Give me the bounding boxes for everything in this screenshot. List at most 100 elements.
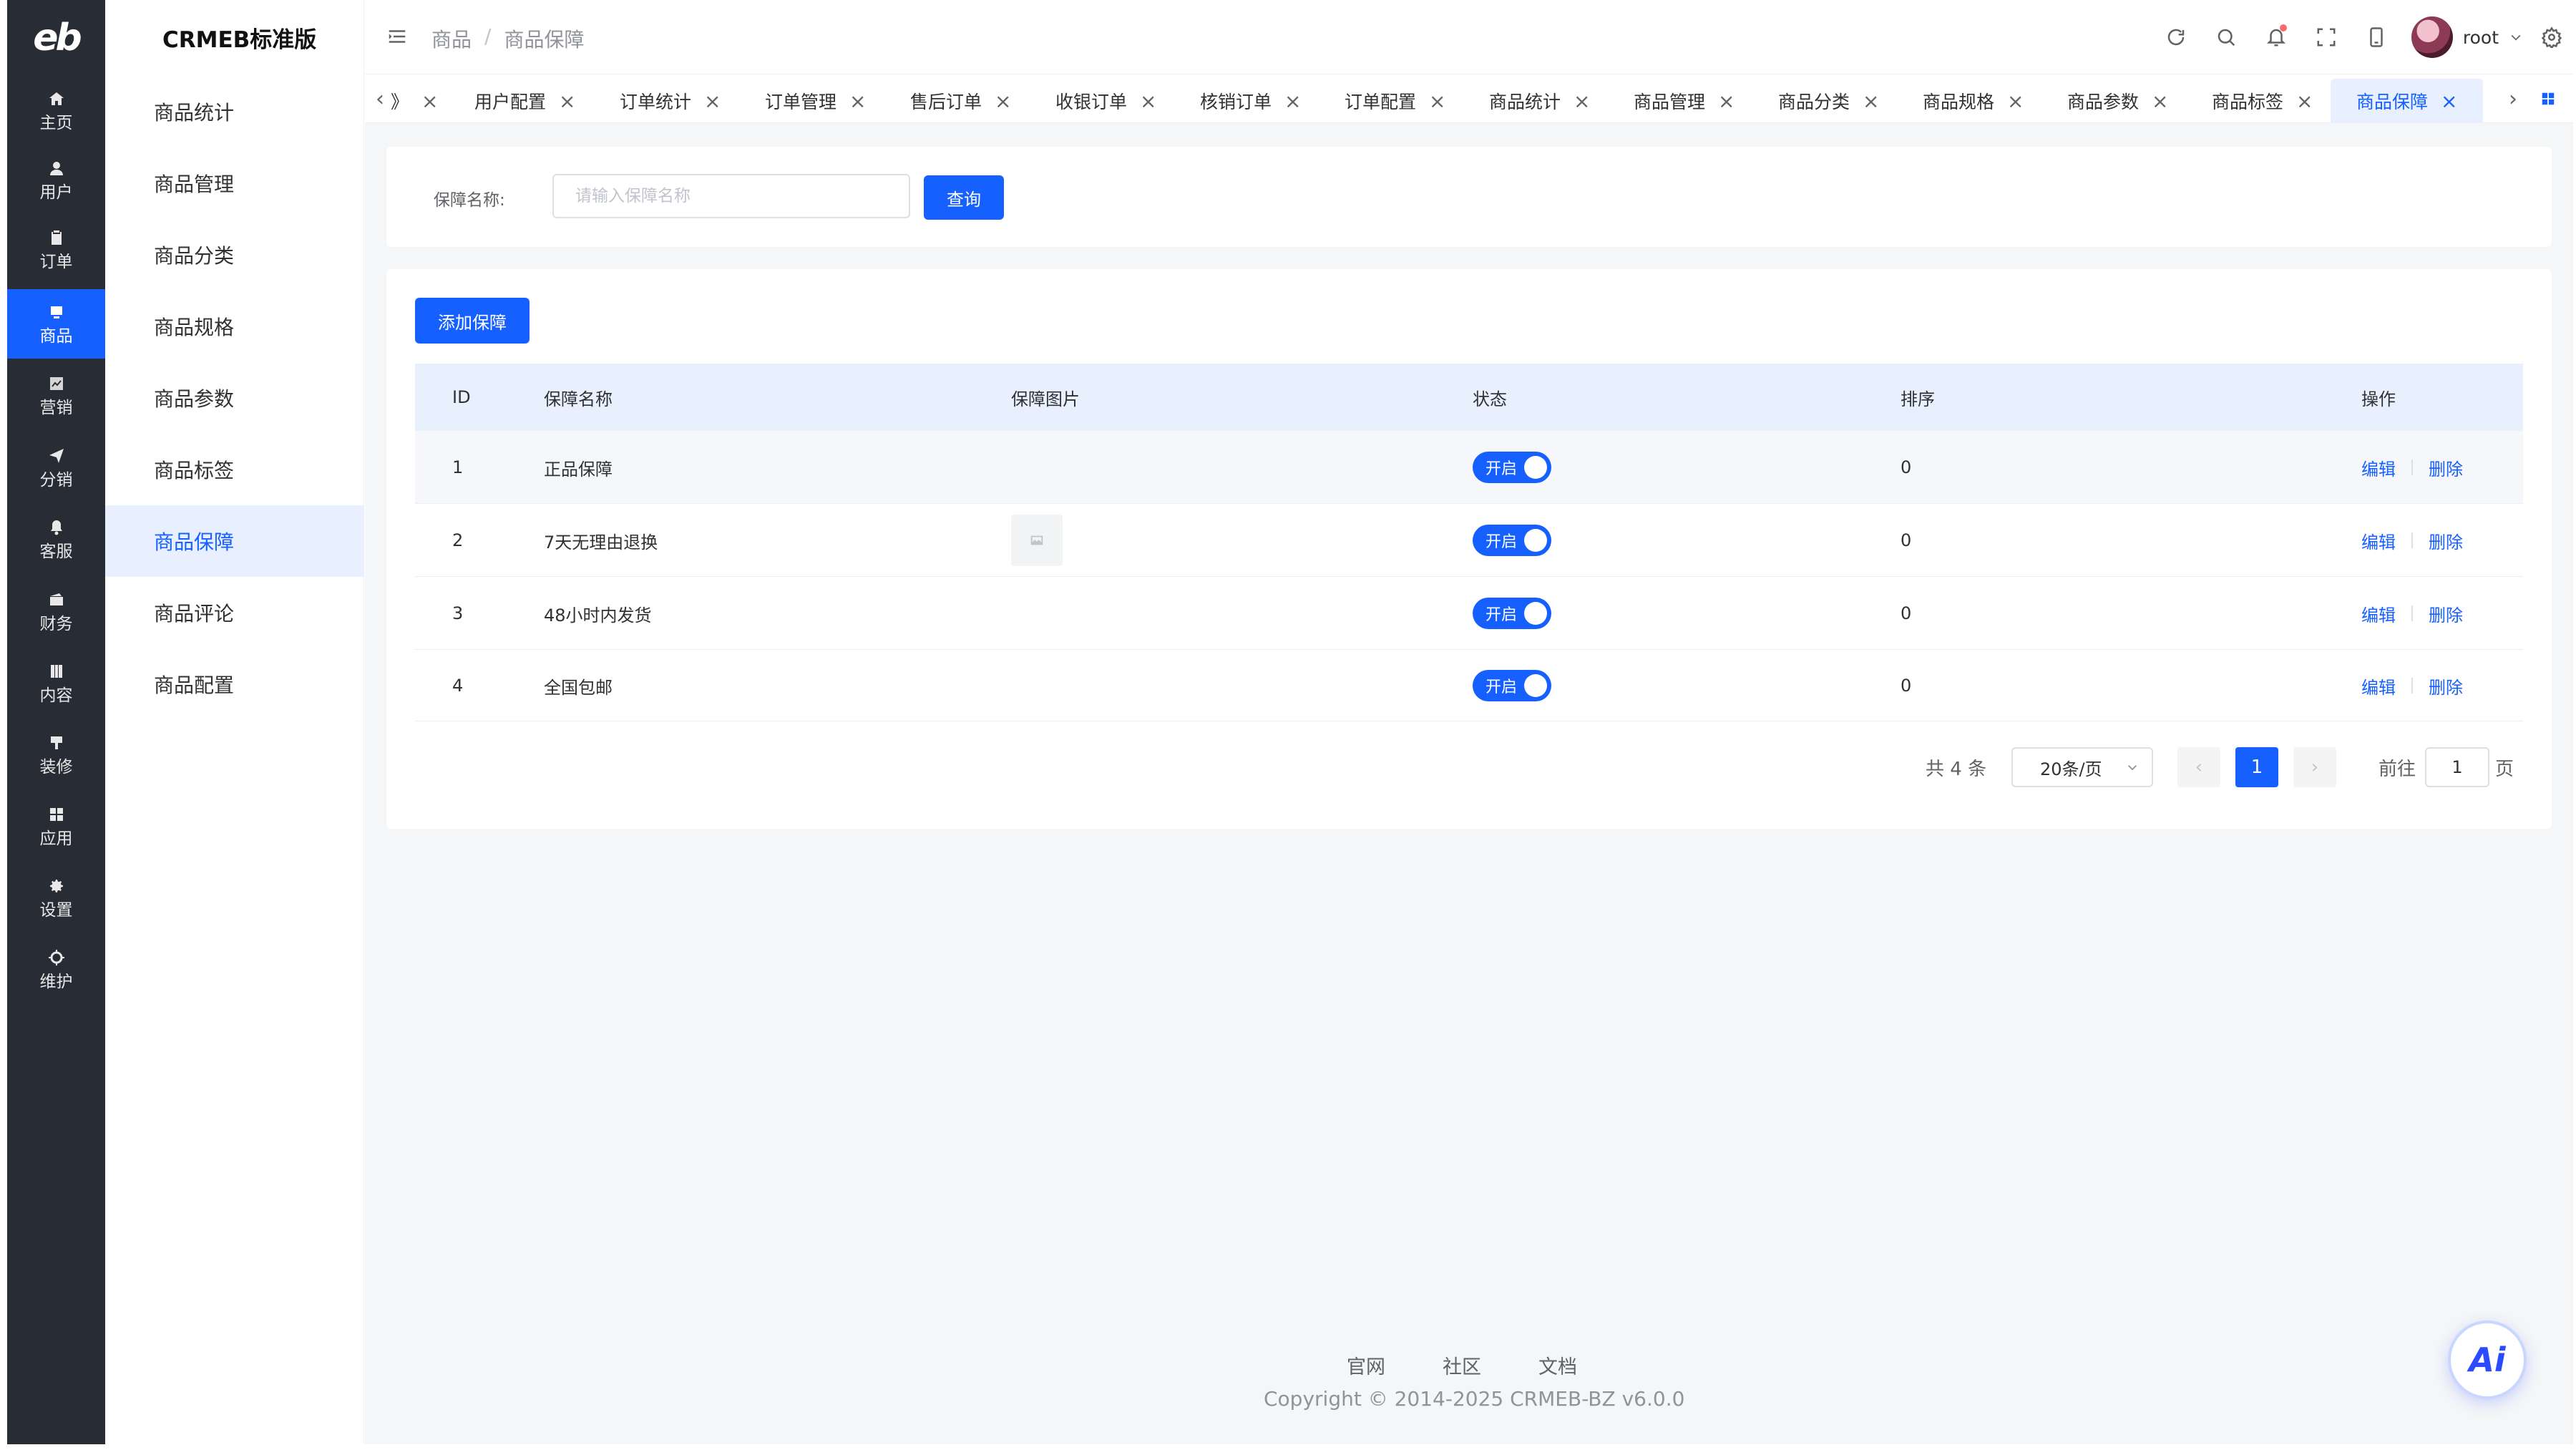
footer-link-community[interactable]: 社区 — [1443, 1351, 1481, 1379]
sidebar-item-product-reviews[interactable]: 商品评论 — [105, 577, 364, 648]
rail-item-decoration[interactable]: 装修 — [7, 720, 105, 789]
query-button[interactable]: 查询 — [924, 175, 1004, 220]
tab-product-stats[interactable]: 商品统计 × — [1489, 79, 1590, 123]
tab-order-manage[interactable]: 订单管理 × — [765, 79, 866, 123]
search-icon[interactable] — [2201, 0, 2251, 74]
edit-link[interactable]: 编辑 — [2361, 455, 2396, 480]
rail-item-finance[interactable]: 财务 — [7, 577, 105, 646]
tab-product-guarantee[interactable]: 商品保障 × — [2331, 79, 2484, 123]
prev-page-button[interactable]: ‹ — [2177, 747, 2220, 787]
delete-link[interactable]: 删除 — [2429, 601, 2463, 626]
rail-item-distribution[interactable]: 分销 — [7, 433, 105, 502]
sidebar-item-product-manage[interactable]: 商品管理 — [105, 147, 364, 219]
close-icon[interactable]: × — [1429, 89, 1445, 113]
status-toggle[interactable]: 开启 — [1473, 452, 1551, 483]
app-logo[interactable]: eb — [7, 0, 105, 76]
tab-product-manage[interactable]: 商品管理 × — [1634, 79, 1735, 123]
rail-item-apps[interactable]: 应用 — [7, 792, 105, 861]
tab-product-params[interactable]: 商品参数 × — [2067, 79, 2168, 123]
sidebar-item-product-tags[interactable]: 商品标签 — [105, 434, 364, 505]
tab-order-config[interactable]: 订单配置 × — [1345, 79, 1445, 123]
toolbar-icons: root — [2151, 0, 2573, 74]
sidebar-item-product-guarantee[interactable]: 商品保障 — [105, 505, 364, 577]
notification-bell-icon[interactable] — [2251, 0, 2301, 74]
breadcrumb-item[interactable]: 商品 — [431, 24, 472, 53]
delete-link[interactable]: 删除 — [2429, 455, 2463, 480]
add-guarantee-button[interactable]: 添加保障 — [415, 298, 530, 344]
tab-label: 商品管理 — [1634, 92, 1706, 112]
rail-item-service[interactable]: 客服 — [7, 505, 105, 574]
close-icon[interactable]: × — [1284, 89, 1301, 113]
tabs-grid-menu-icon[interactable] — [2537, 84, 2559, 113]
close-icon[interactable]: × — [849, 89, 866, 113]
rail-item-user[interactable]: 用户 — [7, 145, 105, 215]
tabs-scroll-right-icon[interactable]: › — [2502, 84, 2524, 113]
user-menu[interactable]: root — [2411, 16, 2523, 58]
sidebar-item-product-params[interactable]: 商品参数 — [105, 362, 364, 434]
tab-cashier-orders[interactable]: 收银订单 × — [1055, 79, 1156, 123]
rail-item-maintenance[interactable]: 维护 — [7, 935, 105, 1004]
status-toggle[interactable]: 开启 — [1473, 525, 1551, 556]
tab-verify-orders[interactable]: 核销订单 × — [1200, 79, 1301, 123]
guarantee-image[interactable] — [1011, 515, 1063, 566]
tab-user-config[interactable]: 用户配置 × — [474, 79, 575, 123]
toggle-label: 开启 — [1485, 606, 1518, 624]
page-number-current[interactable]: 1 — [2235, 747, 2278, 787]
sidebar-item-product-stats[interactable]: 商品统计 — [105, 76, 364, 147]
tab-order-stats[interactable]: 订单统计 × — [620, 79, 721, 123]
edit-link[interactable]: 编辑 — [2361, 673, 2396, 699]
close-icon[interactable]: × — [2152, 89, 2168, 113]
guarantee-name-input[interactable] — [552, 174, 910, 218]
close-icon[interactable]: × — [2441, 89, 2457, 113]
footer-link-docs[interactable]: 文档 — [1538, 1351, 1577, 1379]
cell-name: 全国包邮 — [544, 677, 613, 698]
sidebar-item-product-spec[interactable]: 商品规格 — [105, 291, 364, 362]
close-icon[interactable]: × — [1863, 89, 1879, 113]
tabs-scroll-left-icon[interactable]: ‹ — [369, 84, 391, 113]
tabs-bar: ‹ 》 × 用户配置 × 订单统计 × 订单管理 × 售后订单 × 收银订单 × 核销订单 ×… — [365, 74, 2573, 123]
refresh-icon[interactable] — [2151, 0, 2201, 74]
close-icon[interactable]: × — [1574, 89, 1590, 113]
close-icon[interactable]: × — [421, 89, 438, 113]
close-icon[interactable]: × — [1140, 89, 1156, 113]
settings-gear-icon[interactable] — [2530, 0, 2573, 74]
table-row: 4 全国包邮 开启 0 编辑 删除 — [415, 650, 2523, 721]
edit-link[interactable]: 编辑 — [2361, 528, 2396, 553]
close-icon[interactable]: × — [2296, 89, 2313, 113]
page-size-select[interactable]: 20条/页 — [2011, 747, 2153, 787]
close-icon[interactable]: × — [704, 89, 721, 113]
menu-toggle-icon[interactable] — [386, 26, 408, 47]
column-header-image: 保障图片 — [1011, 389, 1080, 409]
status-toggle[interactable]: 开启 — [1473, 598, 1551, 629]
close-icon[interactable]: × — [2007, 89, 2024, 113]
user-name: root — [2462, 26, 2499, 48]
tab-aftersale-orders[interactable]: 售后订单 × — [910, 79, 1011, 123]
status-toggle[interactable]: 开启 — [1473, 670, 1551, 701]
edit-link[interactable]: 编辑 — [2361, 601, 2396, 626]
next-page-button[interactable]: › — [2293, 747, 2336, 787]
tab-product-tags[interactable]: 商品标签 × — [2212, 79, 2313, 123]
rail-item-marketing[interactable]: 营销 — [7, 361, 105, 430]
toggle-knob — [1524, 456, 1547, 479]
rail-item-product[interactable]: 商品 — [7, 289, 105, 359]
rail-item-settings[interactable]: 设置 — [7, 863, 105, 933]
fullscreen-icon[interactable] — [2301, 0, 2351, 74]
divider — [2411, 678, 2413, 694]
tab-product-category[interactable]: 商品分类 × — [1778, 79, 1879, 123]
close-icon[interactable]: × — [1718, 89, 1735, 113]
rail-item-content[interactable]: 内容 — [7, 648, 105, 718]
sidebar-item-product-config[interactable]: 商品配置 — [105, 648, 364, 720]
tab-partial[interactable]: 》 × — [391, 79, 438, 123]
rail-item-home[interactable]: 主页 — [7, 76, 105, 145]
delete-link[interactable]: 删除 — [2429, 673, 2463, 699]
close-icon[interactable]: × — [995, 89, 1011, 113]
close-icon[interactable]: × — [559, 89, 575, 113]
mobile-icon[interactable] — [2351, 0, 2401, 74]
goto-page-input[interactable] — [2425, 747, 2489, 787]
sidebar-item-product-category[interactable]: 商品分类 — [105, 219, 364, 291]
rail-item-order[interactable]: 订单 — [7, 215, 105, 284]
delete-link[interactable]: 删除 — [2429, 528, 2463, 553]
ai-assistant-button[interactable]: Ai — [2448, 1320, 2527, 1399]
footer-link-official[interactable]: 官网 — [1347, 1351, 1385, 1379]
tab-product-spec[interactable]: 商品规格 × — [1923, 79, 2024, 123]
